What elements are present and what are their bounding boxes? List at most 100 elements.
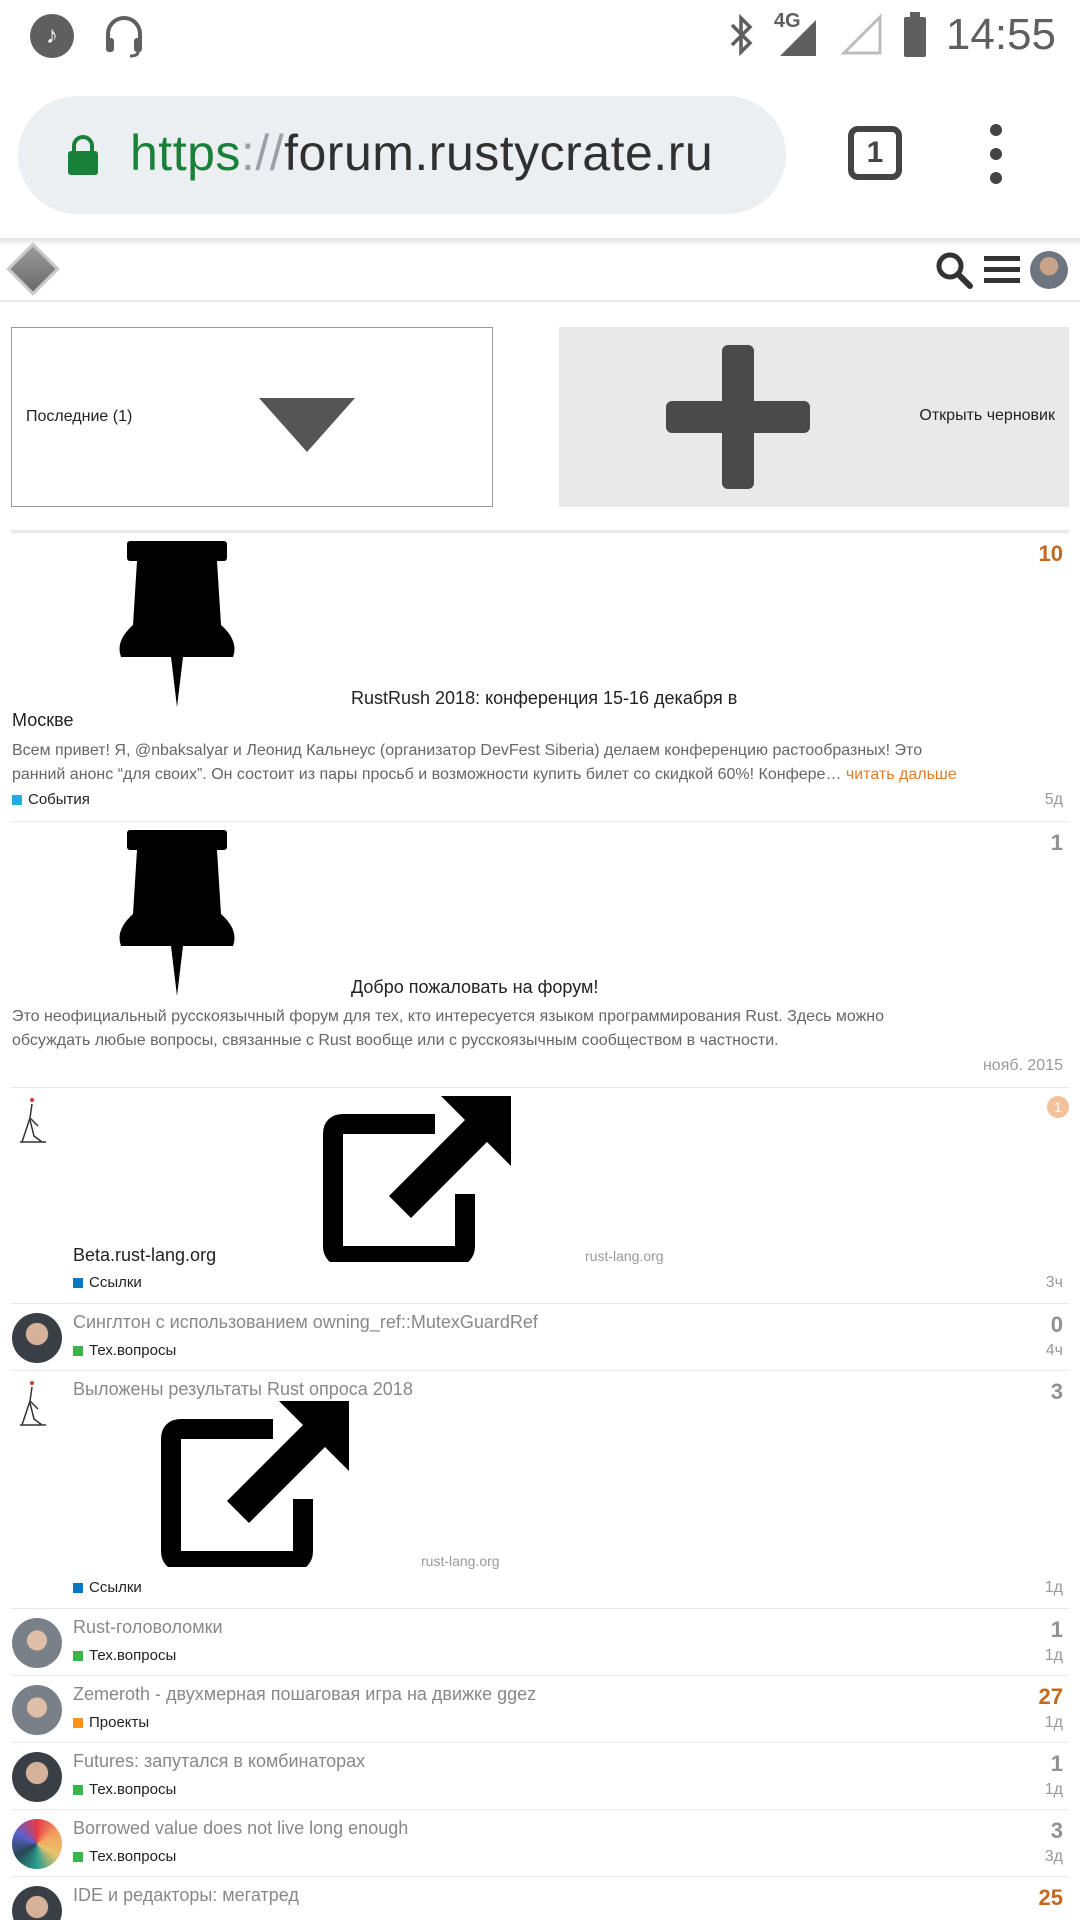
posts-count[interactable]: 3 (1051, 1379, 1063, 1405)
browser-toolbar: https://forum.rustycrate.ru 1 (0, 74, 1080, 240)
lock-icon (68, 135, 98, 175)
topic-row[interactable]: Синглтон с использованием owning_ref::Mu… (11, 1304, 1069, 1371)
topic-row[interactable]: Zemeroth - двухмерная пошаговая игра на … (11, 1676, 1069, 1743)
bluetooth-icon (730, 13, 753, 57)
tab-switcher-button[interactable]: 1 (848, 126, 902, 180)
url-separator: :// (240, 125, 285, 181)
topic-title[interactable]: IDE и редакторы: мегатред (73, 1885, 299, 1906)
address-bar[interactable]: https://forum.rustycrate.ru (18, 96, 786, 214)
posts-count[interactable]: 1 (1051, 830, 1063, 856)
topic-row[interactable]: Выложены результаты Rust опроса 2018 3 r… (11, 1371, 1069, 1609)
search-icon[interactable] (934, 250, 974, 290)
posts-count[interactable]: 3 (1051, 1818, 1063, 1844)
category-badge[interactable]: Ссылки (73, 1274, 142, 1291)
activity-age[interactable]: 1д (1045, 1781, 1063, 1799)
dropdown-label: Последние (1) (26, 408, 133, 425)
link-domain[interactable]: rust-lang.org (421, 1553, 500, 1569)
activity-age[interactable]: 4ч (1046, 1342, 1063, 1360)
topic-row[interactable]: Futures: запутался в комбинаторах 1 Тех.… (11, 1743, 1069, 1810)
category-badge[interactable]: Тех.вопросы (73, 1781, 176, 1798)
pin-icon (119, 830, 235, 996)
topic-row[interactable]: Beta.rust-lang.org rust-lang.org 1 Ссылк… (11, 1088, 1069, 1304)
avatar[interactable] (12, 1096, 52, 1146)
posts-count[interactable]: 1 (1051, 1751, 1063, 1777)
headset-icon (106, 16, 142, 58)
pin-icon (119, 541, 235, 707)
new-posts-badge[interactable]: 1 (1047, 1096, 1069, 1118)
posts-count[interactable]: 1 (1051, 1617, 1063, 1643)
topic-title[interactable]: Beta.rust-lang.org (73, 1245, 216, 1266)
activity-age[interactable]: 1д (1045, 1714, 1063, 1732)
topic-row[interactable]: Borrowed value does not live long enough… (11, 1810, 1069, 1877)
topic-excerpt: Это неофициальный русскоязычный форум дл… (12, 1005, 1002, 1053)
avatar[interactable] (12, 1819, 62, 1869)
clock: 14:55 (945, 10, 1056, 59)
category-dropdown[interactable]: Последние (1) (11, 327, 493, 507)
avatar[interactable] (12, 1313, 62, 1363)
posts-count[interactable]: 0 (1051, 1312, 1063, 1338)
site-logo[interactable] (6, 242, 60, 296)
category-label: Ссылки (89, 1274, 142, 1291)
avatar[interactable] (12, 1752, 62, 1802)
posts-count[interactable]: 25 (1039, 1885, 1063, 1911)
avatar[interactable] (12, 1685, 62, 1735)
category-label: Тех.вопросы (89, 1647, 177, 1664)
avatar[interactable] (12, 1886, 62, 1920)
category-badge[interactable]: Тех.вопросы (73, 1848, 176, 1865)
signal-empty-icon (840, 13, 882, 55)
category-label: Проекты (89, 1714, 150, 1731)
category-badge[interactable]: Ссылки (73, 1579, 142, 1596)
draft-label: Открыть черновик (919, 407, 1055, 424)
excerpt-line: Это неофициальный русскоязычный форум дл… (12, 1008, 885, 1025)
topic-title[interactable]: Выложены результаты Rust опроса 2018 (73, 1379, 413, 1400)
avatar[interactable] (12, 1379, 52, 1429)
category-label: Тех.вопросы (89, 1848, 177, 1865)
link-domain[interactable]: rust-lang.org (585, 1248, 664, 1264)
posts-count[interactable]: 27 (1039, 1684, 1063, 1710)
topic-title[interactable]: Borrowed value does not live long enough (73, 1818, 408, 1839)
category-label: Тех.вопросы (89, 1342, 177, 1359)
topic-title[interactable]: Futures: запутался в комбинаторах (73, 1751, 365, 1772)
activity-age[interactable]: нояб. 2015 (983, 1057, 1063, 1075)
excerpt-line: Всем привет! Я, @nbaksalyar и Леонид Кал… (12, 742, 923, 759)
category-badge[interactable]: Тех.вопросы (73, 1647, 176, 1664)
browser-menu-button[interactable] (986, 124, 1006, 184)
category-badge[interactable]: Проекты (73, 1714, 149, 1731)
activity-age[interactable]: 1д (1045, 1579, 1063, 1597)
topic-title-continued[interactable]: Москве (12, 710, 73, 731)
topic-title[interactable]: RustRush 2018: конференция 15-16 декабря… (351, 688, 737, 709)
url-host: forum.rustycrate.ru (284, 125, 714, 181)
topic-title[interactable]: Zemeroth - двухмерная пошаговая игра на … (73, 1684, 536, 1705)
excerpt-text: ранний анонс “для своих”. Он состоит из … (12, 766, 842, 783)
posts-count[interactable]: 10 (1039, 541, 1063, 567)
activity-age[interactable]: 5д (1045, 791, 1063, 809)
excerpt-line: ранний анонс “для своих”. Он состоит из … (12, 763, 1002, 787)
topic-title[interactable]: Добро пожаловать на форум! (351, 977, 598, 998)
topic-row[interactable]: Rust-головоломки 1 Тех.вопросы 1д (11, 1609, 1069, 1676)
external-link-icon[interactable] (161, 1401, 349, 1567)
read-more-link[interactable]: читать дальше (846, 766, 957, 783)
user-avatar[interactable] (1030, 251, 1068, 289)
activity-age[interactable]: 1д (1045, 1647, 1063, 1665)
hamburger-menu-icon[interactable] (982, 250, 1022, 290)
url-scheme: https (130, 125, 241, 181)
topic-row[interactable]: RustRush 2018: конференция 15-16 декабря… (11, 533, 1069, 822)
category-badge[interactable]: События (12, 791, 90, 808)
music-icon: ♪ (30, 14, 74, 58)
topic-row[interactable]: IDE и редакторы: мегатред 25 (11, 1877, 1069, 1920)
toolbar-shadow (0, 238, 1080, 246)
activity-age[interactable]: 3ч (1046, 1274, 1063, 1292)
site-header (0, 242, 1080, 302)
category-label: Тех.вопросы (89, 1781, 177, 1798)
open-draft-button[interactable]: Открыть черновик (559, 327, 1069, 507)
topic-title[interactable]: Синглтон с использованием owning_ref::Mu… (73, 1312, 538, 1333)
category-badge[interactable]: Тех.вопросы (73, 1342, 176, 1359)
topic-title[interactable]: Rust-головоломки (73, 1617, 223, 1638)
topic-row[interactable]: Добро пожаловать на форум! 1 Это неофици… (11, 822, 1069, 1088)
url-text[interactable]: https://forum.rustycrate.ru (130, 124, 713, 182)
activity-age[interactable]: 3д (1045, 1848, 1063, 1866)
external-link-icon[interactable] (323, 1096, 511, 1262)
avatar[interactable] (12, 1618, 62, 1668)
caret-down-icon (259, 398, 355, 452)
status-bar: ♪ 4G 14:55 (0, 0, 1080, 74)
